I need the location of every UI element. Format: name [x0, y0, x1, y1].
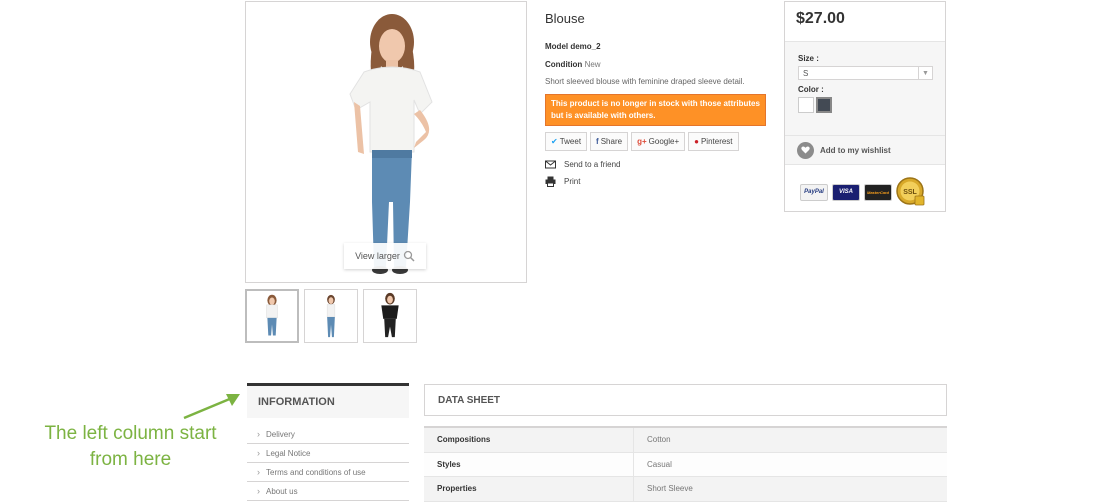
- info-link-label: About us: [266, 486, 298, 496]
- send-to-friend-label: Send to a friend: [564, 160, 621, 170]
- chevron-right-icon: ›: [257, 467, 260, 477]
- mastercard-logo: MasterCard: [864, 183, 892, 201]
- google-plus-button[interactable]: g+ Google+: [631, 132, 686, 152]
- chevron-right-icon: ›: [257, 429, 260, 439]
- product-info: Blouse Model demo_2 Condition New Short …: [545, 8, 770, 188]
- info-link-label: Delivery: [266, 429, 295, 439]
- annotation-text: The left column start from here: [28, 421, 233, 473]
- facebook-share-button[interactable]: f Share: [590, 132, 629, 152]
- annotation-line-1: The left column start: [44, 423, 217, 444]
- social-share-row: ✔ Tweet f Share g+ Google+ ● Pinterest: [545, 132, 770, 152]
- product-condition: Condition New: [545, 60, 770, 70]
- info-link-about-us[interactable]: › About us: [247, 482, 409, 501]
- size-label: Size :: [798, 54, 819, 63]
- info-link-terms[interactable]: › Terms and conditions of use: [247, 463, 409, 482]
- thumbnail-1[interactable]: [245, 289, 299, 343]
- envelope-icon: [545, 160, 556, 169]
- buy-box: $27.00 Size : S ▼ Color : Add to my wish…: [784, 1, 946, 212]
- product-price: $27.00: [796, 10, 845, 27]
- data-sheet-value: Cotton: [647, 435, 671, 445]
- information-list: › Delivery › Legal Notice › Terms and co…: [247, 425, 409, 501]
- twitter-icon: ✔: [551, 137, 558, 147]
- printer-icon: [545, 176, 556, 188]
- data-sheet-table: Compositions Cotton Styles Casual Proper…: [424, 426, 947, 502]
- model-label: Model: [545, 42, 569, 51]
- visa-logo: VISA: [832, 183, 860, 201]
- stock-warning: This product is no longer in stock with …: [545, 94, 766, 127]
- color-label: Color :: [798, 85, 824, 94]
- pinterest-label: Pinterest: [700, 137, 733, 147]
- product-title: Blouse: [545, 11, 585, 26]
- product-model: Model demo_2: [545, 42, 770, 52]
- pinterest-icon: ●: [694, 137, 699, 147]
- chevron-down-icon: ▼: [918, 67, 932, 79]
- data-sheet-heading: DATA SHEET: [424, 384, 947, 416]
- wishlist-label: Add to my wishlist: [820, 145, 891, 155]
- paypal-logo: PayPal: [800, 183, 828, 201]
- data-sheet-key: Properties: [424, 477, 634, 501]
- send-to-friend-link[interactable]: Send to a friend: [545, 159, 770, 170]
- color-swatches: [798, 97, 932, 113]
- print-link[interactable]: Print: [545, 176, 770, 188]
- info-link-label: Terms and conditions of use: [266, 467, 366, 477]
- thumbnail-photo: [266, 294, 278, 336]
- data-sheet-key: Compositions: [424, 428, 634, 452]
- chevron-right-icon: ›: [257, 486, 260, 496]
- product-description: Short sleeved blouse with feminine drape…: [545, 77, 745, 87]
- thumbnail-strip: [245, 289, 417, 343]
- table-row: Compositions Cotton: [424, 428, 947, 453]
- google-label: Google+: [648, 137, 680, 147]
- ssl-badge-icon: SSL: [896, 177, 925, 206]
- size-select[interactable]: S ▼: [798, 66, 933, 80]
- price-area: $27.00: [785, 2, 945, 42]
- size-value: S: [803, 68, 809, 78]
- information-block: INFORMATION › Delivery › Legal Notice › …: [247, 383, 409, 501]
- product-photo-model: [246, 2, 526, 282]
- attributes-area: Size : S ▼ Color :: [785, 42, 945, 135]
- data-sheet-value: Casual: [647, 459, 672, 469]
- pinterest-button[interactable]: ● Pinterest: [688, 132, 739, 152]
- annotation-arrow-icon: [183, 394, 240, 420]
- print-label: Print: [564, 177, 581, 187]
- add-to-wishlist-button[interactable]: Add to my wishlist: [785, 135, 945, 165]
- data-sheet: DATA SHEET Compositions Cotton Styles Ca…: [424, 384, 947, 502]
- table-row: Properties Short Sleeve: [424, 477, 947, 502]
- information-heading: INFORMATION: [247, 383, 409, 418]
- chevron-right-icon: ›: [257, 448, 260, 458]
- main-product-image[interactable]: View larger: [245, 1, 527, 283]
- google-plus-icon: g+: [637, 137, 647, 147]
- tweet-label: Tweet: [559, 137, 582, 147]
- info-link-delivery[interactable]: › Delivery: [247, 425, 409, 444]
- condition-label: Condition: [545, 59, 583, 69]
- table-row: Styles Casual: [424, 452, 947, 477]
- condition-value: New: [584, 59, 601, 69]
- annotation-line-2: from here: [89, 449, 172, 470]
- ssl-badge-text: SSL: [903, 189, 917, 196]
- info-link-legal-notice[interactable]: › Legal Notice: [247, 444, 409, 463]
- payment-logos: PayPal VISA MasterCard SSL: [785, 165, 945, 211]
- data-sheet-value: Short Sleeve: [647, 484, 693, 494]
- info-link-label: Legal Notice: [266, 448, 311, 458]
- heart-icon: [797, 141, 814, 159]
- thumbnail-photo: [381, 292, 399, 338]
- share-label: Share: [600, 137, 623, 147]
- thumbnail-3[interactable]: [363, 289, 417, 343]
- facebook-icon: f: [596, 137, 599, 147]
- view-larger-label: View larger: [355, 251, 400, 261]
- model-value: demo_2: [570, 42, 601, 51]
- tweet-button[interactable]: ✔ Tweet: [545, 132, 588, 152]
- color-swatch-dark[interactable]: [816, 97, 832, 113]
- view-larger-button[interactable]: View larger: [344, 243, 426, 269]
- thumbnail-2[interactable]: [304, 289, 358, 343]
- thumbnail-photo: [326, 294, 336, 338]
- zoom-icon: [403, 250, 415, 262]
- color-swatch-white[interactable]: [798, 97, 814, 113]
- data-sheet-key: Styles: [424, 452, 634, 476]
